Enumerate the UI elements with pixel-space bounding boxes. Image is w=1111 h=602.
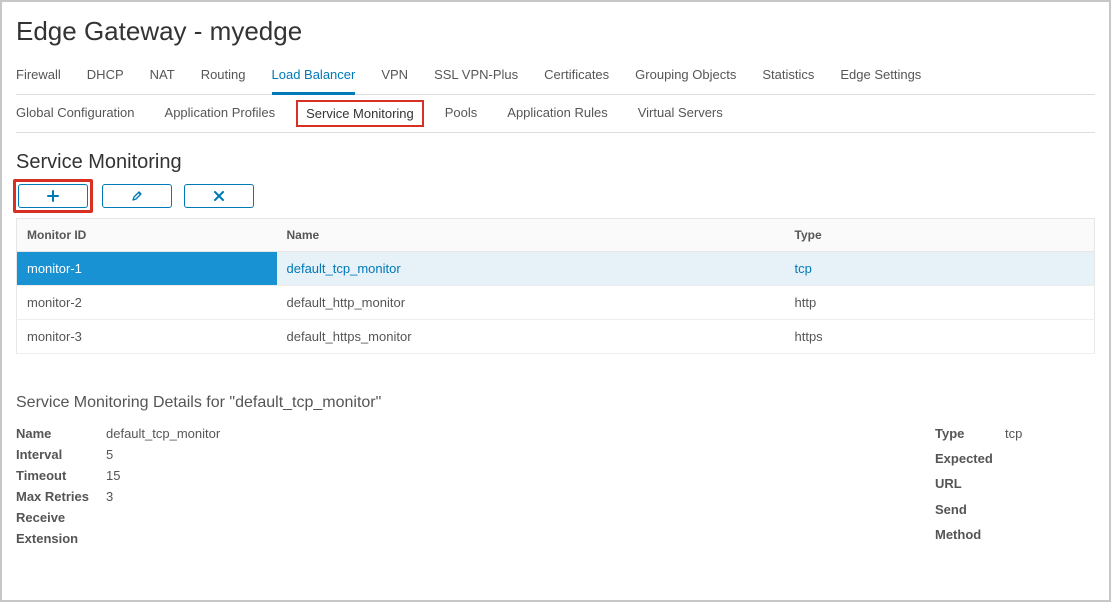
page-title: Edge Gateway - myedge [16,16,1095,47]
tab-dhcp[interactable]: DHCP [87,61,124,94]
label-send: Send [935,502,1005,521]
table-row[interactable]: monitor-2 default_http_monitor http [17,286,1095,320]
primary-tabs: Firewall DHCP NAT Routing Load Balancer … [16,61,1095,95]
toolbar [16,182,1095,210]
value-receive [106,510,895,525]
cell-spacer [1065,286,1095,320]
value-url [1005,476,1095,495]
tab-statistics[interactable]: Statistics [762,61,814,94]
label-receive: Receive [16,510,106,525]
label-name: Name [16,426,106,441]
add-button[interactable] [18,184,88,208]
cell-type: http [785,286,1065,320]
label-retries: Max Retries [16,489,106,504]
cell-type: https [785,320,1065,354]
subtab-app-profiles[interactable]: Application Profiles [165,105,276,122]
value-type: tcp [1005,426,1095,445]
plus-icon [47,190,59,202]
tab-routing[interactable]: Routing [201,61,246,94]
delete-button[interactable] [184,184,254,208]
label-type: Type [935,426,1005,445]
value-method [1005,527,1095,546]
label-method: Method [935,527,1005,546]
monitor-table: Monitor ID Name Type monitor-1 default_t… [16,218,1095,354]
cell-spacer [1065,252,1095,286]
details-panel: Name default_tcp_monitor Interval 5 Time… [16,426,1095,546]
edge-gateway-window: Edge Gateway - myedge Firewall DHCP NAT … [0,0,1111,602]
cell-monitor-id: monitor-2 [17,286,277,320]
value-expected [1005,451,1095,470]
label-interval: Interval [16,447,106,462]
tab-firewall[interactable]: Firewall [16,61,61,94]
col-name[interactable]: Name [277,219,785,252]
cell-monitor-id: monitor-3 [17,320,277,354]
col-type[interactable]: Type [785,219,1065,252]
value-interval: 5 [106,447,895,462]
close-icon [214,191,224,201]
table-header-row: Monitor ID Name Type [17,219,1095,252]
tab-vpn[interactable]: VPN [381,61,408,94]
cell-spacer [1065,320,1095,354]
value-send [1005,502,1095,521]
value-name: default_tcp_monitor [106,426,895,441]
highlight-add-button [13,179,93,213]
subtab-global-config[interactable]: Global Configuration [16,105,135,122]
edit-icon [131,190,143,202]
value-timeout: 15 [106,468,895,483]
tab-load-balancer[interactable]: Load Balancer [272,61,356,95]
edit-button[interactable] [102,184,172,208]
subtab-pools[interactable]: Pools [445,105,478,122]
subtab-virtual-servers[interactable]: Virtual Servers [638,105,723,122]
label-url: URL [935,476,1005,495]
cell-type: tcp [785,252,1065,286]
tab-ssl-vpn-plus[interactable]: SSL VPN-Plus [434,61,518,94]
tab-certificates[interactable]: Certificates [544,61,609,94]
subtabs: Global Configuration Application Profile… [16,95,1095,133]
col-spacer [1065,219,1095,252]
subtab-service-monitoring[interactable]: Service Monitoring [306,106,414,121]
cell-name: default_https_monitor [277,320,785,354]
details-left: Name default_tcp_monitor Interval 5 Time… [16,426,895,546]
label-expected: Expected [935,451,1005,470]
tab-grouping-objects[interactable]: Grouping Objects [635,61,736,94]
details-right: Type tcp Expected URL Send Method [935,426,1095,546]
subtab-application-rules[interactable]: Application Rules [507,105,607,122]
cell-monitor-id: monitor-1 [17,252,277,286]
value-extension [106,531,895,546]
details-heading: Service Monitoring Details for "default_… [16,394,1095,412]
cell-name: default_tcp_monitor [277,252,785,286]
highlight-service-monitoring: Service Monitoring [296,100,424,127]
label-timeout: Timeout [16,468,106,483]
col-monitor-id[interactable]: Monitor ID [17,219,277,252]
value-retries: 3 [106,489,895,504]
table-row[interactable]: monitor-3 default_https_monitor https [17,320,1095,354]
label-extension: Extension [16,531,106,546]
table-row[interactable]: monitor-1 default_tcp_monitor tcp [17,252,1095,286]
tab-nat[interactable]: NAT [150,61,175,94]
section-heading: Service Monitoring [16,151,1095,174]
cell-name: default_http_monitor [277,286,785,320]
tab-edge-settings[interactable]: Edge Settings [840,61,921,94]
